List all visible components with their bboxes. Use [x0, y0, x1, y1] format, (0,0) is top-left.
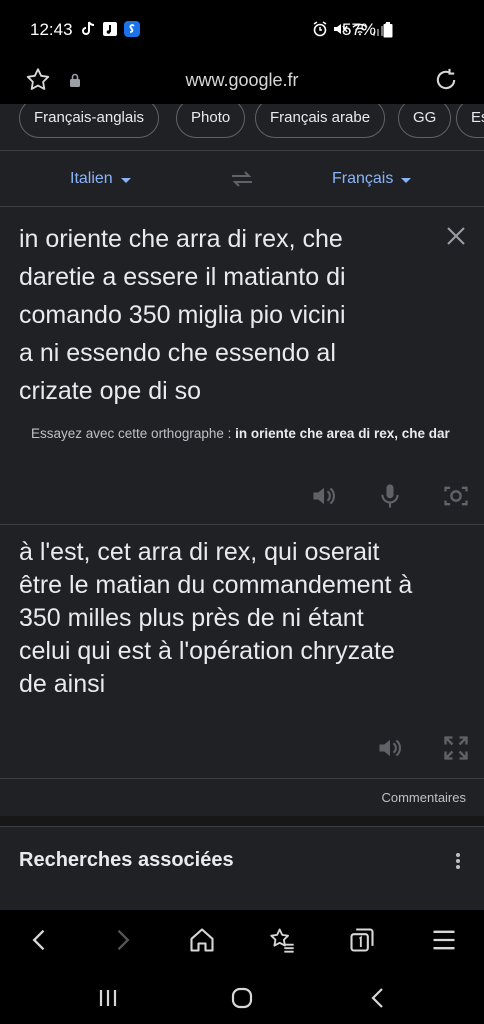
source-text-input[interactable]: in oriente che arra di rex, che daretie … [19, 220, 419, 410]
suggestion-text: in oriente che area di rex, che dar [235, 426, 450, 441]
target-line: être le matian du commandement à [19, 571, 413, 599]
related-searches-title: Recherches associées [19, 849, 234, 871]
url-text[interactable]: www.google.fr [0, 70, 484, 91]
notes-icon [102, 21, 118, 37]
recent-apps-icon[interactable] [96, 986, 120, 1010]
target-line: à l'est, cet arra di rex, qui oserait [19, 538, 380, 566]
system-navigation-bar [0, 970, 484, 1024]
source-line: in oriente che arra di rex, che [19, 225, 343, 253]
swap-languages-icon[interactable] [228, 167, 256, 191]
target-line: celui qui est à l'opération chryzate [19, 637, 395, 665]
related-searches-section: Recherches associées [0, 826, 484, 910]
target-language-select[interactable]: Français [332, 170, 412, 188]
suggestion-prefix: Essayez avec cette orthographe : [31, 426, 232, 441]
status-left-icons [80, 21, 140, 37]
dropdown-arrow-icon [120, 177, 131, 183]
status-time: 12:43 [30, 20, 73, 39]
camera-lens-icon[interactable] [442, 482, 472, 512]
system-back-icon[interactable] [366, 986, 390, 1010]
tabs-icon[interactable] [348, 926, 376, 954]
listen-source-icon[interactable] [310, 482, 340, 512]
source-line: a ni essendo che essendo al [19, 339, 336, 367]
translator-card: Italien Français in oriente che arra di … [0, 150, 484, 910]
section-gap [0, 816, 484, 826]
home-icon[interactable] [188, 926, 216, 954]
chip-francais-anglais[interactable]: Français-anglais [19, 104, 160, 138]
forward-icon[interactable] [108, 926, 136, 954]
chip-photo[interactable]: Photo [176, 104, 246, 138]
alarm-icon [312, 21, 328, 37]
shazam-icon [124, 21, 140, 37]
more-options-icon[interactable] [450, 849, 466, 873]
source-line: crizate ope di so [19, 377, 202, 405]
listen-translation-icon[interactable] [376, 734, 406, 764]
source-line: daretie a essere il matianto di [19, 263, 346, 291]
battery-percent: 57% [342, 20, 377, 39]
dropdown-arrow-icon [401, 177, 412, 183]
address-bar: www.google.fr [0, 62, 484, 104]
target-line: de ainsi [19, 670, 106, 698]
menu-icon[interactable] [430, 926, 458, 954]
tiktok-icon [80, 21, 96, 37]
browser-toolbar [0, 910, 484, 970]
suggestion-chips: Français-anglais Photo Français arabe GG… [0, 104, 484, 150]
status-bar: 12:43 57% [0, 0, 484, 62]
fullscreen-icon[interactable] [442, 734, 472, 764]
language-bar: Italien Français [0, 150, 484, 207]
battery-icon [380, 22, 396, 38]
source-language-label: Italien [70, 170, 113, 187]
battery-status: 57% [342, 20, 396, 40]
microphone-icon[interactable] [376, 482, 406, 512]
back-icon[interactable] [26, 926, 54, 954]
feedback-link[interactable]: Commentaires [381, 790, 466, 805]
chip-francais-arabe[interactable]: Français arabe [255, 104, 386, 138]
clear-text-icon[interactable] [444, 224, 468, 248]
reload-icon[interactable] [432, 66, 460, 94]
target-language-label: Français [332, 170, 394, 187]
translated-text: à l'est, cet arra di rex, qui oserait êt… [19, 536, 479, 701]
target-line: 350 milles plus près de ni étant [19, 604, 364, 632]
chip-es[interactable]: Es [456, 104, 484, 138]
source-line: comando 350 miglia pio vicini [19, 301, 346, 329]
source-language-select[interactable]: Italien [70, 170, 131, 188]
divider [0, 778, 484, 779]
home-button-icon[interactable] [230, 986, 254, 1010]
bookmarks-icon[interactable] [268, 926, 296, 954]
chip-gg[interactable]: GG [398, 104, 452, 138]
spelling-suggestion[interactable]: Essayez avec cette orthographe : in orie… [31, 426, 450, 441]
divider [0, 524, 484, 525]
